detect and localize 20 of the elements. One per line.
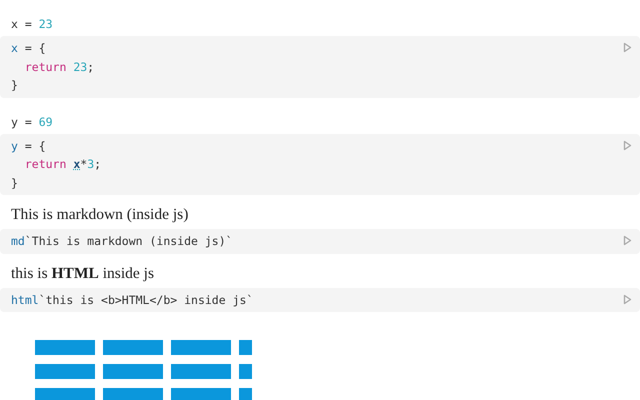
code-cell[interactable]: x = { return 23; } [0,36,640,98]
code-line: x = { [11,40,46,57]
code-cell[interactable]: md`This is markdown (inside js)` [0,229,640,254]
run-icon[interactable] [623,42,632,53]
code-line: html`this is <b>HTML</b> inside js` [11,292,254,308]
code-cell[interactable]: html`this is <b>HTML</b> inside js` [0,288,640,312]
cell-output: x = 23 [11,17,53,31]
cell-output-text: This is markdown (inside js) [11,206,188,223]
code-line: } [11,174,18,192]
run-icon[interactable] [623,294,632,304]
code-line: y = { [11,138,46,154]
code-line: md`This is markdown (inside js)` [11,233,233,250]
code-line: return x*3; [24,156,102,173]
code-cell[interactable]: y = { return x*3; } [0,134,640,195]
code-line: return 23; [24,58,94,76]
code-line: } [11,77,18,94]
cell-output: y = 69 [11,114,53,128]
cell-output-text: this is HTML inside js [11,264,154,282]
run-icon[interactable] [623,140,632,150]
run-icon[interactable] [623,235,632,246]
